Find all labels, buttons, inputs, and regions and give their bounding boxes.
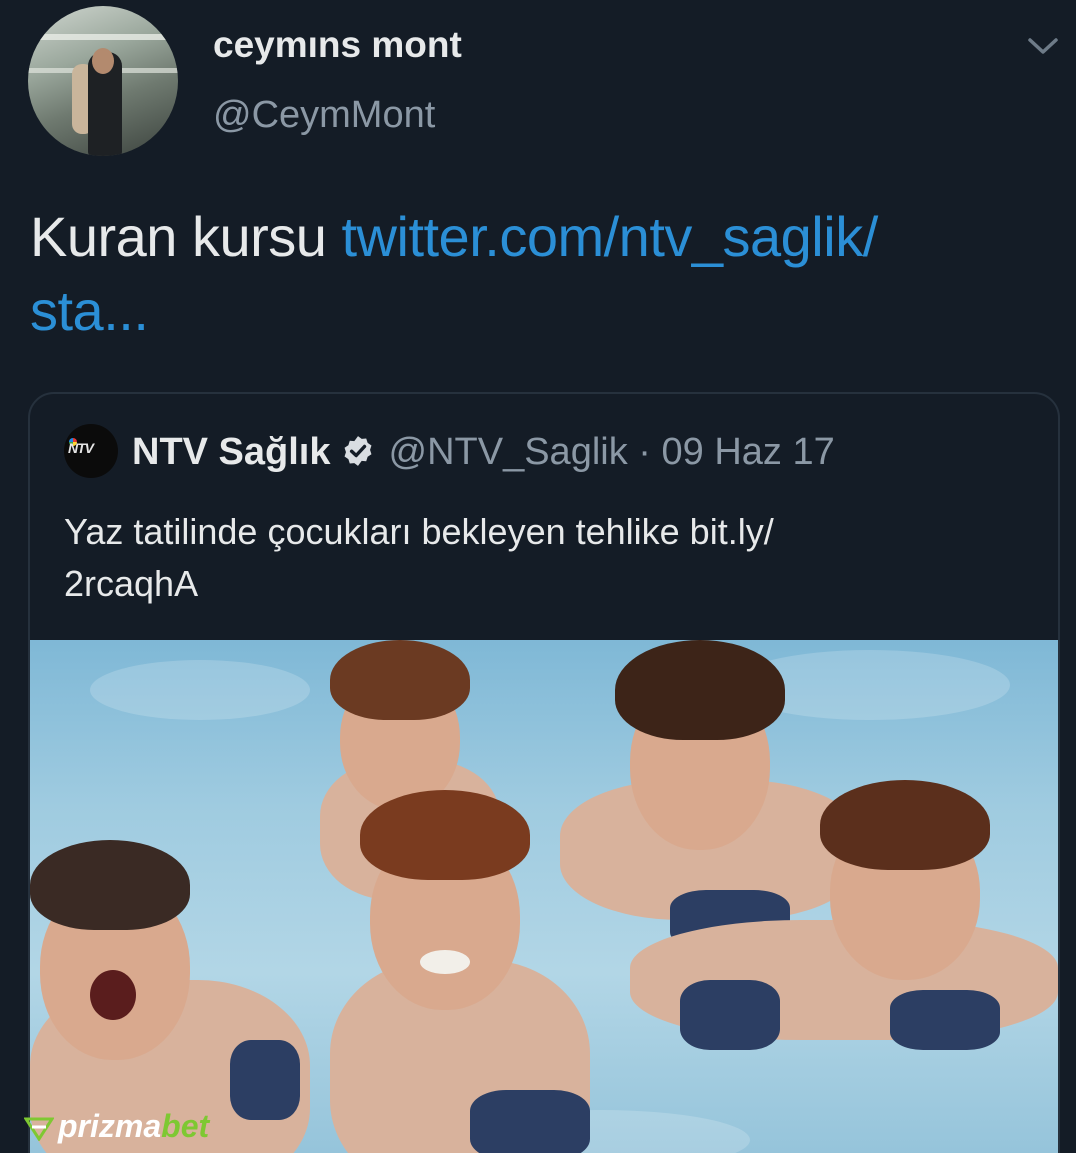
author-display-name[interactable]: ceymıns mont — [213, 24, 462, 66]
watermark-text-bet: bet — [161, 1108, 210, 1144]
quoted-display-name[interactable]: NTV Sağlık — [132, 431, 331, 473]
chevron-down-icon[interactable] — [1026, 32, 1060, 60]
quoted-text: Yaz tatilinde çocukları bekleyen tehlike… — [64, 506, 964, 610]
prizmabet-logo-icon — [24, 1117, 54, 1141]
quoted-date[interactable]: 09 Haz 17 — [662, 431, 835, 473]
quoted-header: NTV Sağlık @NTV_Saglik · 09 Haz 17 — [132, 430, 835, 474]
verified-badge-icon — [344, 436, 371, 466]
tweet-link-continued[interactable]: sta... — [30, 279, 149, 342]
quoted-handle[interactable]: @NTV_Saglik — [389, 431, 628, 473]
quoted-text-line1: Yaz tatilinde çocukları bekleyen tehlike… — [64, 511, 774, 552]
tweet-link[interactable]: twitter.com/ntv_saglik/ — [342, 205, 879, 268]
author-avatar[interactable] — [28, 6, 178, 156]
tweet-text: Kuran kursu — [30, 205, 327, 268]
watermark-text-prizma: prizma — [58, 1108, 162, 1144]
tweet-screen: ceymıns mont @CeymMont Kuran kursu twitt… — [0, 0, 1076, 1153]
avatar-shelf — [28, 34, 178, 40]
quoted-avatar[interactable]: NTV — [64, 424, 118, 478]
water-ripple — [90, 660, 310, 720]
quoted-avatar-label: NTV — [68, 440, 94, 456]
avatar-head — [92, 48, 114, 74]
quoted-text-line2: 2rcaqhA — [64, 563, 199, 604]
author-handle[interactable]: @CeymMont — [213, 94, 435, 137]
quoted-tweet-card[interactable]: NTV NTV Sağlık @NTV_Saglik · 09 Haz 17 Y… — [28, 392, 1060, 1153]
child-figure — [630, 780, 1058, 1060]
quoted-media-image[interactable] — [30, 640, 1058, 1153]
child-figure — [310, 790, 610, 1153]
child-figure — [30, 820, 330, 1153]
tweet-body: Kuran kursu twitter.com/ntv_saglik/ sta.… — [30, 200, 1050, 348]
quoted-separator: · — [638, 431, 651, 473]
prizmabet-watermark: prizmabet — [24, 1108, 209, 1145]
